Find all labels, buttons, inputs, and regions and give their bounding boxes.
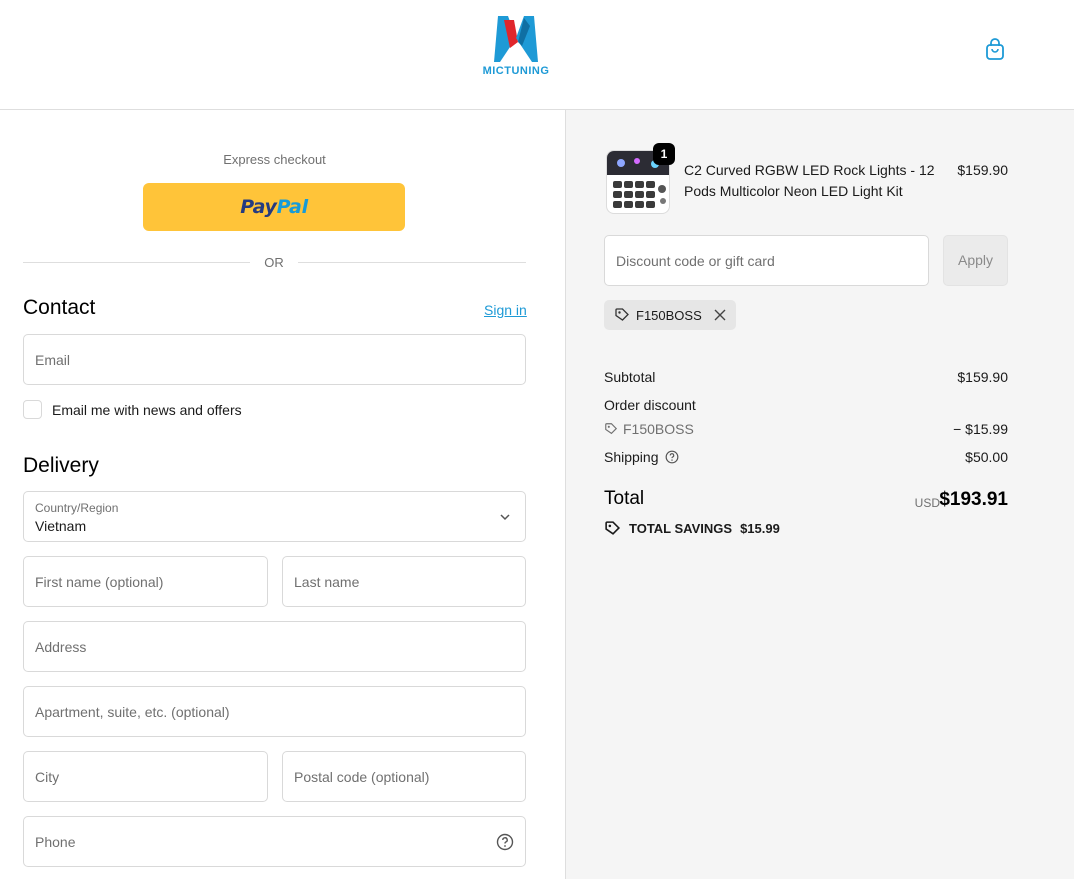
remove-discount-close-icon[interactable] [714, 309, 726, 321]
header: MICTUNING [0, 0, 1074, 110]
total-savings: TOTAL SAVINGS $15.99 [604, 520, 780, 537]
paypal-logo: PayPal [240, 196, 308, 218]
order-discount-label: Order discount [604, 397, 696, 413]
product-price: $159.90 [957, 162, 1008, 178]
total-savings-label: TOTAL SAVINGS [629, 521, 733, 536]
express-checkout-label: Express checkout [223, 152, 326, 167]
postal-code-field[interactable]: Postal code (optional) [282, 751, 526, 802]
brand-logo[interactable]: MICTUNING [474, 12, 558, 82]
newsletter-checkbox[interactable] [23, 400, 42, 419]
help-circle-icon[interactable] [496, 833, 514, 851]
country-region-value: Vietnam [35, 518, 87, 534]
shopping-bag-button[interactable] [982, 36, 1008, 62]
or-separator: OR [264, 255, 284, 270]
apartment-field[interactable]: Apartment, suite, etc. (optional) [23, 686, 526, 737]
shopping-bag-icon [986, 38, 1004, 60]
discount-code-input[interactable]: Discount code or gift card [604, 235, 929, 286]
order-discount-value: − $15.99 [953, 421, 1008, 437]
last-name-placeholder: Last name [294, 574, 360, 590]
discount-code-placeholder: Discount code or gift card [616, 253, 775, 269]
product-name: C2 Curved RGBW LED Rock Lights - 12 Pods… [684, 162, 935, 199]
shipping-row: Shipping [604, 449, 679, 465]
subtotal-value: $159.90 [957, 369, 1008, 385]
order-discount-code-row: F150BOSS [604, 421, 694, 437]
total-savings-value: $15.99 [740, 521, 780, 536]
quantity-badge: 1 [653, 143, 675, 165]
sign-in-link[interactable]: Sign in [484, 302, 527, 318]
first-name-placeholder: First name (optional) [35, 574, 164, 590]
email-placeholder: Email [35, 352, 71, 368]
shipping-value: $50.00 [965, 449, 1008, 465]
checkout-form-panel: Express checkout PayPal OR Contact Sign … [0, 110, 565, 879]
divider-right [298, 262, 526, 263]
newsletter-label: Email me with news and offers [52, 402, 242, 418]
first-name-field[interactable]: First name (optional) [23, 556, 268, 607]
total-value: $193.91 [939, 489, 1008, 510]
last-name-field[interactable]: Last name [282, 556, 526, 607]
order-discount-code: F150BOSS [623, 421, 694, 437]
apply-discount-button[interactable]: Apply [943, 235, 1008, 286]
chevron-down-icon [500, 514, 510, 521]
subtotal-label: Subtotal [604, 369, 656, 385]
postal-code-placeholder: Postal code (optional) [294, 769, 430, 785]
email-field[interactable]: Email [23, 334, 526, 385]
applied-discount-chip: F150BOSS [604, 300, 736, 330]
phone-field[interactable]: Phone [23, 816, 526, 867]
order-summary-panel: 1 C2 Curved RGBW LED Rock Lights - 12 Po… [565, 110, 1074, 879]
city-placeholder: City [35, 769, 60, 785]
tag-icon [605, 521, 621, 535]
apartment-placeholder: Apartment, suite, etc. (optional) [35, 704, 230, 720]
tag-icon [605, 423, 618, 435]
phone-placeholder: Phone [35, 834, 76, 850]
delivery-heading: Delivery [23, 454, 99, 477]
brand-name: MICTUNING [482, 65, 550, 77]
contact-heading: Contact [23, 296, 96, 319]
shipping-label: Shipping [604, 449, 659, 465]
help-circle-icon[interactable] [665, 450, 679, 464]
country-region-select[interactable]: Country/Region Vietnam [23, 491, 526, 542]
divider-left [23, 262, 250, 263]
applied-discount-code: F150BOSS [636, 307, 702, 323]
logo-mark-icon [494, 16, 538, 62]
total-label: Total [604, 488, 645, 509]
tag-icon [615, 308, 629, 321]
paypal-button[interactable]: PayPal [143, 183, 405, 231]
address-field[interactable]: Address [23, 621, 526, 672]
city-field[interactable]: City [23, 751, 268, 802]
address-placeholder: Address [35, 639, 87, 655]
country-region-label: Country/Region [35, 501, 119, 515]
